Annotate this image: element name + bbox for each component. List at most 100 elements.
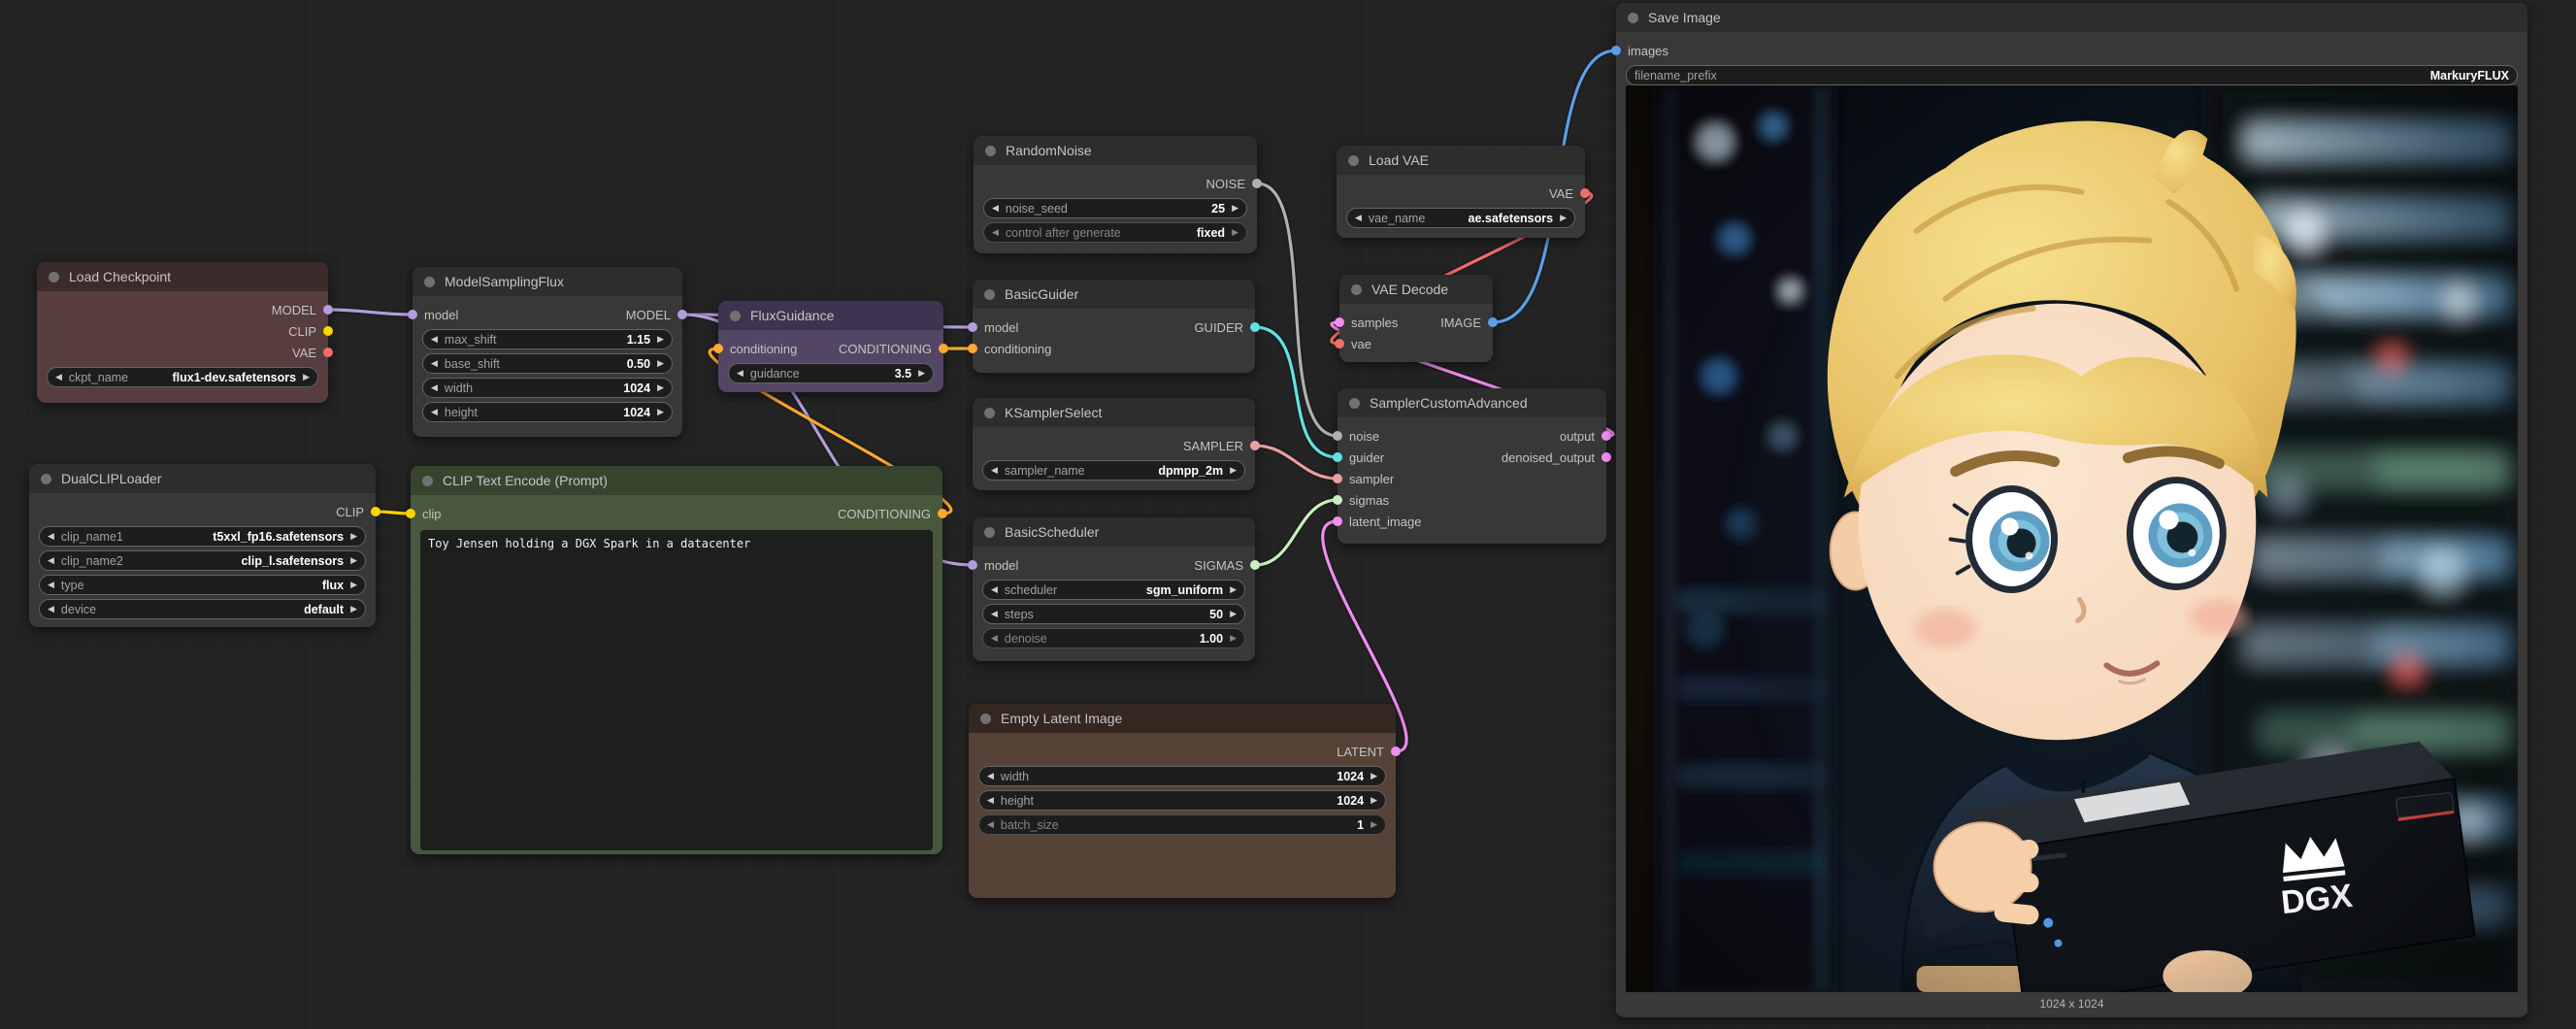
widget-noise-seed[interactable]: ◀ noise_seed 25 ▶	[983, 198, 1247, 218]
widget-base-shift[interactable]: ◀ base_shift 0.50 ▶	[422, 353, 673, 374]
widget-sampler-name[interactable]: ◀ sampler_name dpmpp_2m ▶	[982, 460, 1245, 481]
decrement-arrow[interactable]: ◀	[431, 408, 438, 416]
widget-width[interactable]: ◀ width 1024 ▶	[978, 766, 1386, 786]
increment-arrow[interactable]: ▶	[1371, 820, 1377, 829]
input-port-guider[interactable]	[1333, 452, 1342, 462]
widget-device[interactable]: ◀ device default ▶	[39, 599, 366, 619]
node-dual-clip-loader[interactable]: DualCLIPLoader CLIP ◀ clip_name1 t5xxl_f…	[29, 464, 376, 627]
node-collapse-dot[interactable]	[985, 146, 996, 156]
increment-arrow[interactable]: ▶	[1230, 585, 1237, 594]
decrement-arrow[interactable]: ◀	[48, 556, 54, 565]
output-port-model[interactable]	[677, 310, 687, 319]
increment-arrow[interactable]: ▶	[303, 373, 310, 382]
output-port-clip[interactable]	[323, 326, 333, 336]
node-flux-guidance[interactable]: FluxGuidance conditioning CONDITIONING ◀…	[718, 301, 943, 392]
output-port-conditioning[interactable]	[938, 509, 947, 518]
node-collapse-dot[interactable]	[984, 527, 995, 538]
output-port-clip[interactable]	[371, 507, 380, 516]
widget-filename-prefix[interactable]: filename_prefix MarkuryFLUX	[1626, 65, 2518, 85]
output-port-vae[interactable]	[323, 348, 333, 357]
decrement-arrow[interactable]: ◀	[991, 466, 998, 475]
input-port-noise[interactable]	[1333, 431, 1342, 441]
input-port-clip[interactable]	[406, 509, 415, 518]
prompt-textarea[interactable]: Toy Jensen holding a DGX Spark in a data…	[420, 530, 933, 850]
widget-denoise[interactable]: ◀ denoise 1.00 ▶	[982, 628, 1245, 648]
node-collapse-dot[interactable]	[730, 311, 741, 321]
increment-arrow[interactable]: ▶	[1371, 772, 1377, 780]
decrement-arrow[interactable]: ◀	[1355, 214, 1362, 222]
widget-batch-size[interactable]: ◀ batch_size 1 ▶	[978, 814, 1386, 835]
input-port-images[interactable]	[1611, 46, 1621, 55]
widget-clip-name2[interactable]: ◀ clip_name2 clip_l.safetensors ▶	[39, 550, 366, 571]
decrement-arrow[interactable]: ◀	[55, 373, 62, 382]
increment-arrow[interactable]: ▶	[657, 359, 664, 368]
widget-height[interactable]: ◀ height 1024 ▶	[978, 790, 1386, 811]
input-port-samples[interactable]	[1335, 317, 1344, 327]
increment-arrow[interactable]: ▶	[350, 605, 357, 614]
decrement-arrow[interactable]: ◀	[48, 605, 54, 614]
decrement-arrow[interactable]: ◀	[991, 610, 998, 618]
decrement-arrow[interactable]: ◀	[737, 369, 743, 378]
input-port-model[interactable]	[408, 310, 417, 319]
increment-arrow[interactable]: ▶	[657, 408, 664, 416]
widget-ckpt-name[interactable]: ◀ ckpt_name flux1-dev.safetensors ▶	[47, 367, 318, 387]
wire-sampler[interactable]	[1255, 446, 1338, 479]
graph-canvas[interactable]: Load Checkpoint MODEL CLIP VAE ◀ ckpt_na…	[0, 0, 2576, 1029]
decrement-arrow[interactable]: ◀	[431, 359, 438, 368]
decrement-arrow[interactable]: ◀	[48, 532, 54, 541]
output-port-sampler[interactable]	[1250, 441, 1260, 450]
input-port-conditioning[interactable]	[713, 344, 723, 353]
node-collapse-dot[interactable]	[1348, 155, 1359, 166]
widget-control-after-generate[interactable]: ◀ control after generate fixed ▶	[983, 222, 1247, 243]
input-port-model[interactable]	[968, 560, 977, 570]
output-port-sigmas[interactable]	[1250, 560, 1260, 570]
output-port-model[interactable]	[323, 305, 333, 315]
node-basic-guider[interactable]: BasicGuider model GUIDER conditioning	[973, 280, 1255, 373]
node-random-noise[interactable]: RandomNoise NOISE ◀ noise_seed 25 ▶ ◀ co…	[974, 136, 1257, 253]
increment-arrow[interactable]: ▶	[350, 532, 357, 541]
wire-checkpoint-model[interactable]	[328, 310, 413, 315]
node-vae-decode[interactable]: VAE Decode samples IMAGE vae	[1339, 275, 1493, 362]
node-model-sampling-flux[interactable]: ModelSamplingFlux model MODEL ◀ max_shif…	[413, 267, 682, 437]
increment-arrow[interactable]: ▶	[657, 383, 664, 392]
node-collapse-dot[interactable]	[980, 714, 991, 724]
increment-arrow[interactable]: ▶	[1371, 796, 1377, 805]
increment-arrow[interactable]: ▶	[350, 556, 357, 565]
output-port-latent[interactable]	[1391, 747, 1401, 756]
output-port-denoised-output[interactable]	[1602, 452, 1611, 462]
increment-arrow[interactable]: ▶	[1230, 610, 1237, 618]
increment-arrow[interactable]: ▶	[1230, 466, 1237, 475]
node-collapse-dot[interactable]	[41, 474, 51, 484]
node-collapse-dot[interactable]	[984, 408, 995, 418]
node-collapse-dot[interactable]	[1349, 398, 1360, 409]
decrement-arrow[interactable]: ◀	[431, 335, 438, 344]
output-port-conditioning[interactable]	[939, 344, 948, 353]
node-empty-latent-image[interactable]: Empty Latent Image LATENT ◀ width 1024 ▶…	[969, 704, 1396, 898]
output-port-vae[interactable]	[1580, 188, 1590, 198]
decrement-arrow[interactable]: ◀	[987, 772, 994, 780]
decrement-arrow[interactable]: ◀	[991, 585, 998, 594]
output-port-output[interactable]	[1602, 431, 1611, 441]
node-save-image[interactable]: Save Image images filename_prefix Markur…	[1616, 3, 2527, 1017]
input-port-latent-image[interactable]	[1333, 516, 1342, 526]
increment-arrow[interactable]: ▶	[1560, 214, 1567, 222]
input-port-sigmas[interactable]	[1333, 495, 1342, 505]
node-load-checkpoint[interactable]: Load Checkpoint MODEL CLIP VAE ◀ ckpt_na…	[37, 262, 328, 403]
input-port-conditioning[interactable]	[968, 344, 977, 353]
increment-arrow[interactable]: ▶	[657, 335, 664, 344]
node-collapse-dot[interactable]	[1351, 284, 1362, 295]
widget-vae-name[interactable]: ◀ vae_name ae.safetensors ▶	[1346, 208, 1575, 228]
node-collapse-dot[interactable]	[984, 289, 995, 300]
output-port-guider[interactable]	[1250, 322, 1260, 332]
widget-max-shift[interactable]: ◀ max_shift 1.15 ▶	[422, 329, 673, 349]
widget-guidance[interactable]: ◀ guidance 3.5 ▶	[728, 363, 934, 383]
increment-arrow[interactable]: ▶	[1232, 204, 1238, 213]
input-port-model[interactable]	[968, 322, 977, 332]
node-sampler-custom-advanced[interactable]: SamplerCustomAdvanced noise output guide…	[1338, 388, 1606, 544]
widget-steps[interactable]: ◀ steps 50 ▶	[982, 604, 1245, 624]
increment-arrow[interactable]: ▶	[1232, 228, 1238, 237]
decrement-arrow[interactable]: ◀	[992, 204, 999, 213]
input-port-vae[interactable]	[1335, 339, 1344, 349]
widget-clip-name1[interactable]: ◀ clip_name1 t5xxl_fp16.safetensors ▶	[39, 526, 366, 547]
increment-arrow[interactable]: ▶	[918, 369, 925, 378]
